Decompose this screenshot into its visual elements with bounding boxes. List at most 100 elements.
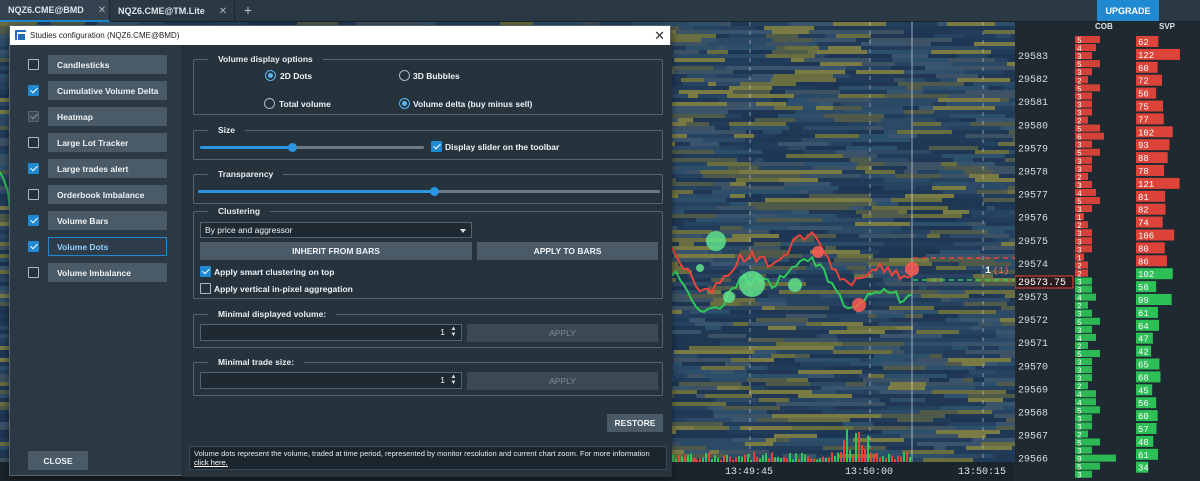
study-button[interactable]: Volume Imbalance xyxy=(48,263,167,282)
transparency-slider-thumb[interactable] xyxy=(429,187,439,196)
heatmap-cell xyxy=(723,130,746,134)
min-volume-apply-button[interactable]: APPLY xyxy=(467,324,658,342)
study-button[interactable]: Orderbook Imbalance xyxy=(48,185,167,204)
heatmap-cell xyxy=(919,286,927,290)
tab-nqz6-bmd[interactable]: NQZ6.CME@BMD ✕ xyxy=(0,0,110,22)
spinner-arrows-icon[interactable]: ▲ ▼ xyxy=(450,326,457,338)
heatmap-cell xyxy=(970,326,981,330)
radio-total-volume[interactable] xyxy=(264,98,275,109)
heatmap-cell xyxy=(779,178,818,182)
min-trade-apply-button[interactable]: APPLY xyxy=(467,372,658,390)
toolbar-slider-checkbox[interactable] xyxy=(431,141,442,152)
svp-value: 62 xyxy=(1138,38,1149,48)
study-checkbox[interactable] xyxy=(28,111,39,122)
tab-nqz6-tm-lite[interactable]: NQZ6.CME@TM.Lite ✕ xyxy=(110,0,235,22)
heatmap-cell xyxy=(897,86,906,90)
volume-bar xyxy=(699,458,701,462)
heatmap-cell xyxy=(730,182,746,186)
heatmap-cell xyxy=(834,406,860,410)
study-checkbox[interactable] xyxy=(28,85,39,96)
clustering-select[interactable]: By price and aggressor xyxy=(200,222,472,238)
heatmap-cell xyxy=(906,42,931,46)
smart-clustering-checkbox[interactable] xyxy=(200,266,211,277)
heatmap-cell xyxy=(966,70,1005,74)
heatmap-cell xyxy=(769,230,828,234)
radio-2d-dots[interactable] xyxy=(265,70,276,81)
apply-to-bars-button[interactable]: APPLY TO BARS xyxy=(477,242,658,260)
study-checkbox[interactable] xyxy=(28,59,39,70)
heatmap-cell xyxy=(737,106,774,110)
study-button[interactable]: Candlesticks xyxy=(48,55,167,74)
heatmap-cell xyxy=(995,370,1015,374)
heatmap-cell xyxy=(870,442,917,446)
studies-config-dialog: Studies configuration (NQZ6.CME@BMD) ✕ C… xyxy=(9,25,672,477)
restore-button[interactable]: RESTORE xyxy=(607,414,663,432)
upgrade-button[interactable]: UPGRADE xyxy=(1097,0,1159,21)
heatmap-cell xyxy=(789,226,842,230)
heatmap-cell xyxy=(732,234,779,238)
heatmap-cell xyxy=(881,362,946,366)
heatmap-cell xyxy=(927,286,975,290)
study-checkbox[interactable] xyxy=(28,137,39,148)
heatmap-cell xyxy=(833,74,849,78)
heatmap-cell xyxy=(678,166,690,170)
svp-value: 93 xyxy=(1138,141,1149,151)
study-button[interactable]: Volume Bars xyxy=(48,211,167,230)
study-checkbox[interactable] xyxy=(28,189,39,200)
heatmap-cell xyxy=(669,402,726,406)
min-volume-input[interactable]: 1 ▲ ▼ xyxy=(200,324,462,341)
heatmap-cell xyxy=(817,242,853,246)
heatmap-cell xyxy=(779,290,792,294)
add-tab-icon[interactable]: + xyxy=(240,2,256,18)
heatmap-cell xyxy=(982,246,1000,250)
heatmap-cell xyxy=(950,30,984,34)
radio-volume-delta[interactable] xyxy=(399,98,410,109)
size-slider-thumb[interactable] xyxy=(287,143,297,152)
heatmap-cell xyxy=(824,202,876,206)
heatmap-cell xyxy=(776,402,798,406)
heatmap-cell xyxy=(730,62,787,66)
study-row: Volume Dots xyxy=(20,237,180,257)
heatmap-cell xyxy=(808,374,834,378)
heatmap-cell xyxy=(834,118,881,122)
inherit-from-bars-button[interactable]: INHERIT FROM BARS xyxy=(200,242,472,260)
price-ladder[interactable]: COB SVP 54353253332563533234531233312233… xyxy=(1015,22,1200,481)
heatmap-cell xyxy=(679,382,742,386)
vertical-aggregation-checkbox[interactable] xyxy=(200,283,211,294)
study-checkbox[interactable] xyxy=(28,163,39,174)
heatmap-cell xyxy=(676,178,736,182)
heatmap-cell xyxy=(902,330,916,334)
study-checkbox[interactable] xyxy=(28,241,39,252)
study-checkbox[interactable] xyxy=(28,267,39,278)
heatmap-cell xyxy=(734,134,754,138)
close-icon[interactable]: ✕ xyxy=(654,27,665,44)
study-button[interactable]: Large trades alert xyxy=(48,159,167,178)
heatmap-cell xyxy=(975,286,1015,290)
min-trade-input[interactable]: 1 ▲ ▼ xyxy=(200,372,462,389)
study-button[interactable]: Heatmap xyxy=(48,107,167,126)
study-button[interactable]: Cumulative Volume Delta xyxy=(48,81,167,100)
heatmap-cell xyxy=(862,62,895,66)
study-button[interactable]: Volume Dots xyxy=(48,237,167,256)
heatmap-cell xyxy=(822,322,863,326)
close-icon[interactable]: ✕ xyxy=(98,5,106,16)
heatmap-cell xyxy=(900,346,952,350)
close-button[interactable]: CLOSE xyxy=(28,451,88,470)
volume-bar xyxy=(714,455,716,462)
close-icon[interactable]: ✕ xyxy=(219,6,227,17)
heatmap-cell xyxy=(720,226,743,230)
spinner-arrows-icon[interactable]: ▲ ▼ xyxy=(450,374,457,386)
heatmap-cell xyxy=(683,266,750,270)
heatmap-cell xyxy=(988,230,1004,234)
heatmap-cell xyxy=(944,166,987,170)
heatmap-cell xyxy=(913,394,944,398)
heatmap-cell xyxy=(931,50,991,54)
study-checkbox[interactable] xyxy=(28,215,39,226)
heatmap-cell xyxy=(856,70,904,74)
heatmap-cell xyxy=(764,330,829,334)
heatmap-cell xyxy=(995,58,1008,62)
heatmap-cell xyxy=(964,302,1007,306)
study-button[interactable]: Large Lot Tracker xyxy=(48,133,167,152)
info-link[interactable]: click here. xyxy=(194,458,228,467)
radio-3d-bubbles[interactable] xyxy=(399,70,410,81)
